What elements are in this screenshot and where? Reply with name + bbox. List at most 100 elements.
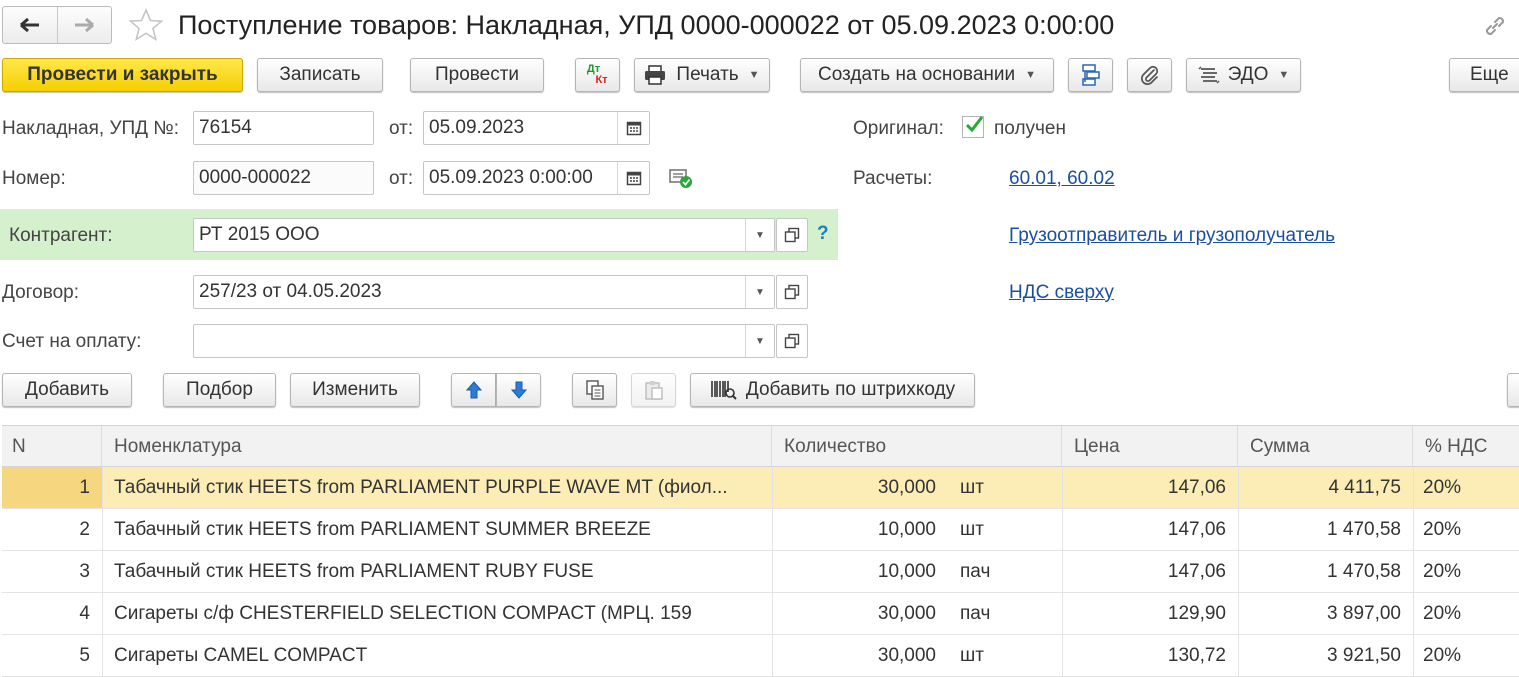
column-divider (1413, 593, 1414, 634)
back-button[interactable] (3, 7, 57, 43)
number-field[interactable]: 0000-000022 (193, 161, 374, 195)
cell-item[interactable]: Сигареты с/ф CHESTERFIELD SELECTION COMP… (102, 593, 772, 634)
cell-item[interactable]: Табачный стик HEETS from PARLIAMENT SUMM… (102, 509, 772, 550)
more-button[interactable]: Еще (1449, 58, 1519, 92)
structure-button[interactable] (1068, 58, 1113, 92)
table-row[interactable]: 5 Сигареты CAMEL COMPACT 30,000 шт 130,72 3 9… (2, 635, 1519, 677)
cell-sum[interactable]: 1 470,58 (1238, 509, 1413, 550)
cell-unit[interactable]: шт (948, 509, 1062, 550)
help-icon[interactable]: ? (817, 223, 829, 245)
col-qty-header[interactable]: Количество (772, 426, 1062, 467)
table-more-button[interactable] (1507, 373, 1519, 407)
copy-button[interactable] (572, 373, 617, 407)
calendar-button[interactable] (617, 112, 649, 144)
invoice-date-field[interactable]: 05.09.2023 (423, 111, 650, 145)
table-row[interactable]: 2 Табачный стик HEETS from PARLIAMENT SUM… (2, 509, 1519, 551)
link-icon[interactable] (1482, 13, 1508, 39)
cell-n[interactable]: 3 (2, 551, 102, 592)
add-by-barcode-button[interactable]: Добавить по штрихкоду (690, 373, 975, 407)
counterparty-dropdown[interactable]: ▼ (745, 219, 774, 251)
cell-price[interactable]: 147,06 (1062, 509, 1238, 550)
vat-link[interactable]: НДС сверху (1009, 282, 1114, 304)
cell-n[interactable]: 5 (2, 635, 102, 676)
print-button[interactable]: Печать ▼ (634, 58, 770, 92)
col-item-header[interactable]: Номенклатура (102, 426, 772, 467)
cell-n[interactable]: 1 (2, 467, 102, 508)
cell-item[interactable]: Сигареты CAMEL COMPACT (102, 635, 772, 676)
invoice-number-field[interactable]: 76154 (193, 111, 374, 145)
cell-vat[interactable]: 20% (1413, 467, 1519, 508)
pick-button[interactable]: Подбор (163, 373, 276, 407)
cell-vat[interactable]: 20% (1413, 551, 1519, 592)
cell-vat[interactable]: 20% (1413, 635, 1519, 676)
counterparty-field[interactable]: РТ 2015 ООО ▼ (193, 218, 775, 252)
col-sum-header[interactable]: Сумма (1238, 426, 1413, 467)
star-icon[interactable] (128, 7, 164, 43)
forward-button[interactable] (56, 7, 112, 43)
post-and-close-button[interactable]: Провести и закрыть (2, 58, 243, 92)
chevron-down-icon: ▼ (748, 69, 760, 81)
save-button[interactable]: Записать (257, 58, 383, 92)
cell-sum[interactable]: 4 411,75 (1238, 467, 1413, 508)
open-icon (784, 227, 800, 243)
column-divider (772, 509, 773, 550)
col-n-header[interactable]: N (2, 426, 102, 467)
settlements-link[interactable]: 60.01, 60.02 (1009, 168, 1115, 190)
cell-qty[interactable]: 10,000 (772, 509, 948, 550)
cell-qty[interactable]: 30,000 (772, 635, 948, 676)
cell-qty[interactable]: 30,000 (772, 467, 948, 508)
cell-price[interactable]: 147,06 (1062, 467, 1238, 508)
cell-unit[interactable]: шт (948, 467, 1062, 508)
edo-button[interactable]: ЭДО ▼ (1186, 58, 1301, 92)
cell-item[interactable]: Табачный стик HEETS from PARLIAMENT PURP… (102, 467, 772, 508)
col-price-header[interactable]: Цена (1062, 426, 1238, 467)
add-row-button[interactable]: Добавить (2, 373, 132, 407)
contract-open-button[interactable] (776, 275, 808, 309)
table-row[interactable]: 4 Сигареты с/ф CHESTERFIELD SELECTION COM… (2, 593, 1519, 635)
post-button[interactable]: Провести (410, 58, 544, 92)
col-vat-header[interactable]: % НДС (1413, 426, 1519, 467)
number-date-field[interactable]: 05.09.2023 0:00:00 (423, 161, 650, 195)
cell-item[interactable]: Табачный стик HEETS from PARLIAMENT RUBY… (102, 551, 772, 592)
payment-invoice-open-button[interactable] (776, 324, 808, 358)
column-divider (772, 593, 773, 634)
calendar-button[interactable] (617, 162, 649, 194)
cell-unit[interactable]: пач (948, 551, 1062, 592)
contract-dropdown[interactable]: ▼ (745, 276, 774, 308)
cell-sum[interactable]: 1 470,58 (1238, 551, 1413, 592)
original-checkbox[interactable] (962, 116, 984, 138)
move-up-button[interactable] (451, 373, 496, 407)
cell-n[interactable]: 4 (2, 593, 102, 634)
paste-button[interactable] (631, 373, 676, 407)
attach-button[interactable] (1127, 58, 1172, 92)
cell-qty[interactable]: 30,000 (772, 593, 948, 634)
invoice-number-label: Накладная, УПД №: (2, 118, 179, 139)
cell-price[interactable]: 130,72 (1062, 635, 1238, 676)
doc-check-icon[interactable] (668, 166, 694, 190)
contract-label: Договор: (2, 282, 80, 303)
cell-n[interactable]: 2 (2, 509, 102, 550)
contract-field[interactable]: 257/23 от 04.05.2023 ▼ (193, 275, 775, 309)
cell-price[interactable]: 129,90 (1062, 593, 1238, 634)
number-label: Номер: (2, 168, 66, 189)
dt-kt-button[interactable]: Дт Кт (575, 58, 620, 92)
cell-vat[interactable]: 20% (1413, 509, 1519, 550)
cell-vat[interactable]: 20% (1413, 593, 1519, 634)
cell-price[interactable]: 147,06 (1062, 551, 1238, 592)
cell-unit[interactable]: шт (948, 635, 1062, 676)
column-divider (102, 467, 103, 508)
move-down-button[interactable] (496, 373, 541, 407)
payment-invoice-field[interactable]: ▼ (193, 324, 775, 358)
cell-qty[interactable]: 10,000 (772, 551, 948, 592)
cell-sum[interactable]: 3 921,50 (1238, 635, 1413, 676)
table-row[interactable]: 3 Табачный стик HEETS from PARLIAMENT RUB… (2, 551, 1519, 593)
consignor-link[interactable]: Грузоотправитель и грузополучатель (1009, 225, 1335, 247)
table-row[interactable]: 1 Табачный стик HEETS from PARLIAMENT PUR… (2, 467, 1519, 509)
create-based-on-button[interactable]: Создать на основании ▼ (800, 58, 1054, 92)
column-divider (1238, 551, 1239, 592)
cell-sum[interactable]: 3 897,00 (1238, 593, 1413, 634)
payment-invoice-dropdown[interactable]: ▼ (745, 325, 774, 357)
counterparty-open-button[interactable] (776, 218, 808, 252)
cell-unit[interactable]: пач (948, 593, 1062, 634)
change-button[interactable]: Изменить (290, 373, 420, 407)
